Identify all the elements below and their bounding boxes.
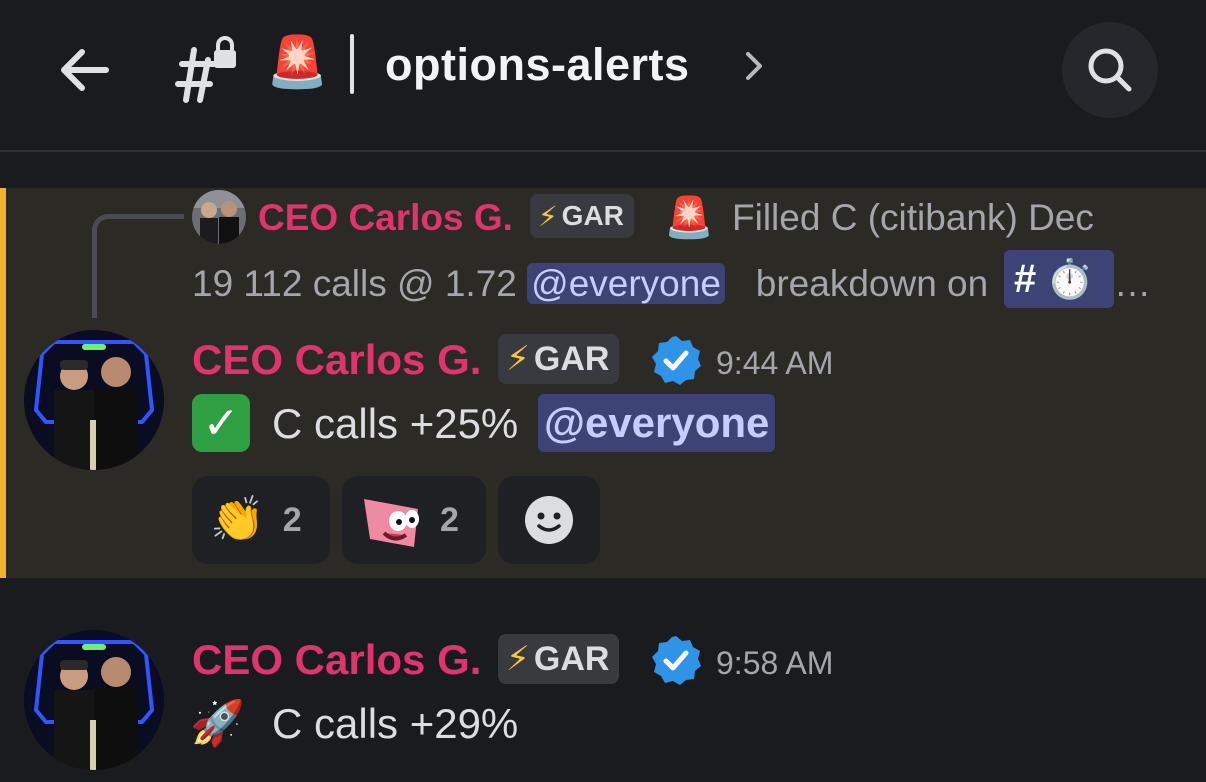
clapping-hands-emoji: 👏 xyxy=(210,494,265,545)
arrow-left-icon xyxy=(61,49,109,91)
search-button[interactable] xyxy=(1062,22,1158,118)
server-tag: ⚡ GAR xyxy=(498,334,620,384)
server-tag-label: GAR xyxy=(533,639,610,678)
reaction-clap[interactable]: 👏 2 xyxy=(192,476,330,564)
message-text[interactable]: C calls +25% xyxy=(272,394,518,454)
everyone-mention[interactable]: @everyone xyxy=(527,263,725,304)
reaction-count: 2 xyxy=(282,500,302,539)
author-avatar[interactable] xyxy=(24,330,164,470)
chevron-right-icon[interactable] xyxy=(742,48,766,84)
message-text[interactable]: C calls +29% xyxy=(272,694,518,754)
message-timestamp: 9:44 AM xyxy=(716,345,834,381)
server-tag-label: GAR xyxy=(561,200,624,231)
reply-ellipsis: … xyxy=(1114,263,1151,304)
author-name[interactable]: CEO Carlos G. xyxy=(192,330,481,390)
server-tag: ⚡ GAR xyxy=(498,634,620,684)
stopwatch-emoji: ⏱️ xyxy=(1046,256,1094,301)
channel-title[interactable]: options-alerts xyxy=(385,34,690,96)
reaction-patrick[interactable]: 2 xyxy=(342,476,486,564)
reaction-count: 2 xyxy=(440,500,459,539)
reply-text-middle: breakdown on xyxy=(755,263,989,304)
add-reaction-button[interactable] xyxy=(498,476,600,564)
author-name[interactable]: CEO Carlos G. xyxy=(192,630,481,690)
reply-avatar[interactable] xyxy=(192,190,246,244)
rocket-emoji: 🚀 xyxy=(190,698,245,749)
channel-header: 🚨 options-alerts xyxy=(0,0,1206,150)
reply-text-line-1[interactable]: Filled C (citibank) Dec xyxy=(732,192,1094,244)
author-avatar[interactable] xyxy=(24,630,164,770)
hashtag-icon: # xyxy=(1014,256,1037,301)
add-reaction-smiley-icon xyxy=(525,496,573,544)
reply-author-name[interactable]: CEO Carlos G. xyxy=(258,192,513,244)
verified-badge-icon xyxy=(652,336,701,385)
siren-emoji: 🚨 xyxy=(266,33,329,91)
reply-text-prefix: 19 112 calls @ 1.72 xyxy=(192,263,528,304)
reply-text-line-2[interactable]: 19 112 calls @ 1.72 @everyone breakdown … xyxy=(192,258,988,310)
search-icon xyxy=(1088,48,1132,92)
everyone-mention[interactable]: @everyone xyxy=(538,394,776,452)
header-divider xyxy=(0,150,1206,152)
server-tag: ⚡ GAR xyxy=(530,194,634,238)
channel-mention[interactable]: # ⏱️ xyxy=(1004,250,1114,308)
check-mark-emoji: ✓ xyxy=(192,394,250,452)
reply-connector xyxy=(92,214,184,318)
back-button[interactable] xyxy=(52,40,116,100)
lightning-icon: ⚡ xyxy=(538,199,558,233)
siren-emoji: 🚨 xyxy=(664,195,714,241)
verified-badge-icon xyxy=(652,636,701,685)
lightning-icon: ⚡ xyxy=(506,339,530,379)
title-separator xyxy=(350,34,354,94)
server-tag-label: GAR xyxy=(533,339,610,378)
lightning-icon: ⚡ xyxy=(506,639,530,679)
mention-indicator-bar xyxy=(0,188,6,578)
patrick-star-sticker xyxy=(364,499,419,547)
locked-hashtag-icon xyxy=(175,36,236,103)
message-timestamp: 9:58 AM xyxy=(716,645,834,681)
